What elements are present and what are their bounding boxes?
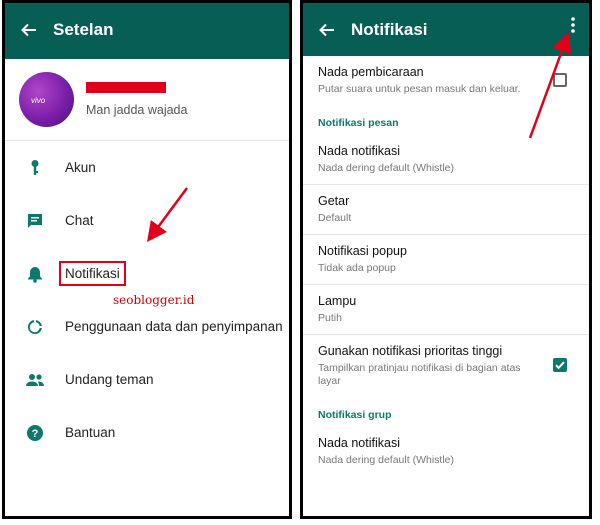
setting-title: Gunakan notifikasi prioritas tinggi — [318, 344, 503, 358]
notifications-screen: Notifikasi Nada pembicaraan Putar suara … — [300, 0, 592, 519]
people-icon — [5, 371, 65, 389]
menu-item-bantuan[interactable]: ? Bantuan — [5, 406, 289, 459]
high-priority-checkbox[interactable] — [553, 358, 567, 372]
section-header-message: Notifikasi pesan — [318, 117, 399, 129]
checkmark-icon — [555, 361, 565, 370]
menu-item-label: Akun — [65, 160, 96, 175]
setting-popup-notification[interactable]: Notifikasi popup Tidak ada popup — [303, 235, 589, 285]
bell-icon — [5, 265, 65, 283]
menu-item-akun[interactable]: Akun — [5, 141, 289, 194]
setting-title: Getar — [318, 194, 350, 208]
setting-subtitle: Putar suara untuk pesan masuk dan keluar… — [318, 83, 521, 95]
data-usage-icon — [5, 318, 65, 336]
setting-group-notification-tone[interactable]: Nada notifikasi Nada dering default (Whi… — [303, 427, 589, 476]
setting-title: Notifikasi popup — [318, 244, 407, 258]
menu-item-label: Penggunaan data dan penyimpanan — [65, 319, 283, 334]
setting-title: Lampu — [318, 294, 357, 308]
back-arrow-icon[interactable] — [303, 3, 351, 56]
page-title: Notifikasi — [351, 19, 428, 39]
avatar-brand-logo: vivo — [31, 96, 46, 105]
menu-item-undang-teman[interactable]: Undang teman — [5, 353, 289, 406]
setting-subtitle: Default — [318, 212, 352, 224]
menu-item-label: Notifikasi — [59, 261, 126, 286]
back-arrow-icon[interactable] — [5, 3, 53, 56]
setting-vibrate[interactable]: Getar Default — [303, 185, 589, 235]
setting-subtitle: Nada dering default (Whistle) — [318, 162, 454, 174]
setting-subtitle: Tidak ada popup — [318, 262, 396, 274]
setting-notification-tone[interactable]: Nada notifikasi Nada dering default (Whi… — [303, 135, 589, 185]
key-icon — [5, 159, 65, 177]
setting-subtitle: Nada dering default (Whistle) — [318, 454, 454, 466]
setting-subtitle: Putih — [318, 312, 342, 324]
conversation-tones-checkbox[interactable] — [553, 72, 567, 87]
menu-item-label: Bantuan — [65, 425, 116, 440]
setting-title: Nada pembicaraan — [318, 65, 424, 79]
setting-conversation-tones[interactable]: Nada pembicaraan Putar suara untuk pesan… — [303, 56, 589, 105]
setting-title: Nada notifikasi — [318, 436, 400, 450]
overflow-menu-icon[interactable] — [565, 13, 581, 37]
menu-item-label: Undang teman — [65, 372, 154, 387]
app-bar: Setelan — [5, 3, 289, 59]
menu-item-label: Chat — [65, 213, 94, 228]
setting-title: Nada notifikasi — [318, 144, 400, 158]
profile-row[interactable]: vivo Man jadda wajada — [5, 59, 289, 141]
help-icon: ? — [5, 424, 65, 442]
section-header-group: Notifikasi grup — [318, 409, 392, 421]
setting-subtitle: Tampilkan pratinjau notifikasi di bagian… — [318, 362, 521, 387]
avatar[interactable]: vivo — [19, 72, 74, 127]
redacted-name — [86, 82, 166, 93]
page-title: Setelan — [53, 19, 114, 39]
menu-item-chat[interactable]: Chat — [5, 194, 289, 247]
chat-icon — [5, 212, 65, 230]
profile-status: Man jadda wajada — [86, 103, 188, 117]
watermark: seoblogger.id — [113, 293, 195, 307]
setting-light[interactable]: Lampu Putih — [303, 285, 589, 335]
svg-text:?: ? — [32, 428, 39, 440]
menu-item-data-usage[interactable]: Penggunaan data dan penyimpanan — [5, 300, 289, 353]
setting-high-priority[interactable]: Gunakan notifikasi prioritas tinggi Tamp… — [303, 335, 589, 397]
settings-screen: Setelan vivo Man jadda wajada Akun Chat … — [2, 0, 292, 519]
app-bar: Notifikasi — [303, 3, 589, 56]
